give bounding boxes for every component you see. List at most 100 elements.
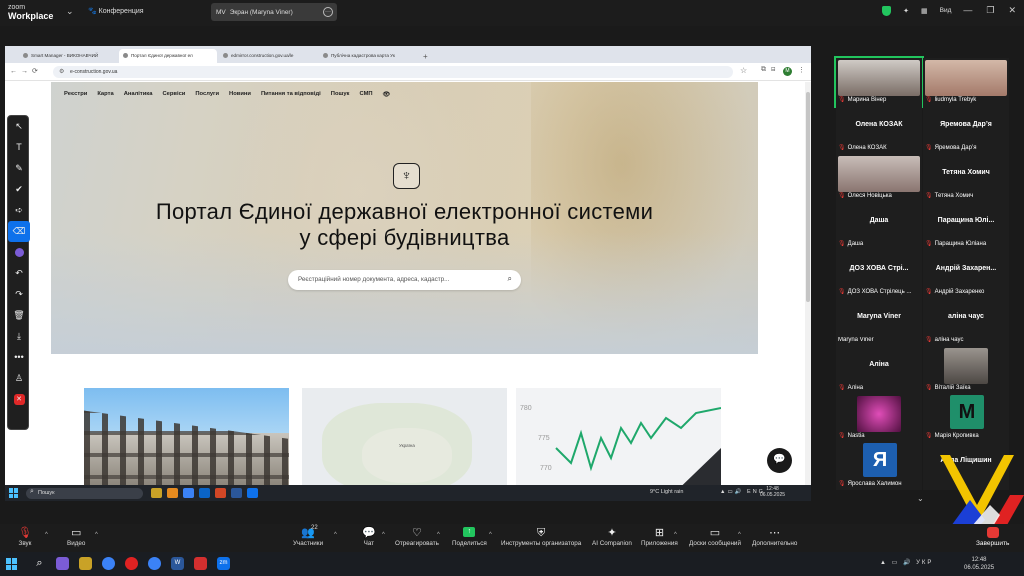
chevron-down-icon[interactable]: ⌄ [66, 6, 74, 17]
participant-tile[interactable]: Тетяна Хомич 🎙 Тетяна Хомич [923, 154, 1009, 202]
chat-bubble-button[interactable]: 💬 [767, 448, 792, 473]
page-scrollbar[interactable] [805, 82, 811, 501]
participant-tile[interactable]: Я 🎙 Ярослава Халимон [836, 442, 922, 490]
more-options-icon[interactable]: ··· [323, 7, 333, 17]
chevron-up-icon[interactable]: ^ [437, 532, 440, 538]
react-button[interactable]: ♡ Отреагировать [395, 527, 439, 547]
checkmark-tool-icon[interactable]: ✔ [8, 179, 30, 200]
participant-tile[interactable]: Яремова Дар’я 🎙 Яремова Дар’я [923, 106, 1009, 154]
nav-item-registers[interactable]: Реєстри [64, 91, 87, 98]
profile-avatar[interactable]: M [783, 67, 792, 76]
chevron-up-icon[interactable]: ^ [334, 532, 337, 538]
trash-icon[interactable]: 🗑 [8, 305, 30, 326]
browser-tab[interactable]: Smart Manager - ВИКОНАВЧИЙ [19, 49, 117, 63]
participant-tile[interactable]: ДОЗ ХОВА Стрі... 🎙 ДОЗ ХОВА Стрілець ... [836, 250, 922, 298]
chevron-up-icon[interactable]: ^ [382, 532, 385, 538]
windows-start-icon[interactable] [9, 488, 19, 498]
browser-menu-icon[interactable]: ⋮ [798, 66, 805, 74]
zoom-icon[interactable]: zm [217, 557, 230, 570]
eye-icon[interactable]: 👁 [383, 91, 391, 98]
participant-tile[interactable]: 🎙 liudmyla Trebyk [923, 58, 1009, 106]
meeting-name[interactable]: 🐾 Конференция [88, 7, 144, 15]
participant-tile[interactable]: Олена КОЗАК 🎙 Олена КОЗАК [836, 106, 922, 154]
browser-tab-active[interactable]: Портал Єдиної державної ел [119, 49, 217, 63]
security-shield-icon[interactable] [882, 5, 892, 16]
participant-tile[interactable]: M 🎙 Марія Кропивка [923, 394, 1009, 442]
participant-tile[interactable]: Паращина Юлі... 🎙 Паращина Юліана [923, 202, 1009, 250]
close-icon[interactable]: ✕ [1008, 5, 1016, 16]
spotlight-icon[interactable]: ♙ [8, 368, 30, 389]
folder-icon[interactable] [79, 557, 92, 570]
windows-start-icon[interactable] [6, 558, 18, 570]
select-arrow-icon[interactable]: ↖ [8, 116, 30, 137]
chrome-icon[interactable] [183, 488, 194, 498]
participant-tile[interactable]: Андрій Захарен... 🎙 Андрій Захаренко [923, 250, 1009, 298]
text-tool-icon[interactable]: T [8, 137, 30, 158]
nav-item-analytics[interactable]: Аналітика [124, 91, 153, 98]
ai-companion-button[interactable]: ✦ AI Companion [592, 527, 632, 547]
end-meeting-button[interactable]: Завершить [976, 527, 1009, 547]
participant-tile[interactable]: 🎙 Олеся Новіцька [836, 154, 922, 202]
chevron-up-icon[interactable]: ^ [45, 532, 48, 538]
maximize-icon[interactable]: ❐ [986, 5, 994, 16]
nav-item-search[interactable]: Пошук [331, 91, 350, 98]
acrobat-icon[interactable] [194, 557, 207, 570]
mute-button[interactable]: 🎙 Звук [18, 527, 32, 547]
participant-tile[interactable]: 🎙 Віталій Заїка [923, 346, 1009, 394]
whiteboards-button[interactable]: ▭ Доски сообщений [689, 527, 741, 547]
close-annotation-icon[interactable]: ✕ [8, 389, 30, 410]
participants-button[interactable]: 👥 22 Участники [293, 525, 323, 547]
word-icon[interactable]: W [171, 557, 184, 570]
color-picker-icon[interactable] [8, 242, 30, 263]
os-clock[interactable]: 12:48 06.05.2025 [964, 556, 994, 572]
nav-item-faq[interactable]: Питання та відповіді [261, 91, 321, 98]
sparkle-icon[interactable]: ✦ [903, 7, 909, 15]
chevron-up-icon[interactable]: ^ [674, 532, 677, 538]
system-tray[interactable]: ▲ ▭ 🔊 УКР [880, 559, 933, 566]
view-button[interactable]: Вид [940, 7, 952, 14]
eraser-tool-icon[interactable]: ⌫ [8, 221, 30, 242]
bookmark-star-icon[interactable]: ☆ [740, 66, 747, 75]
nav-item-offers[interactable]: Послуги [195, 91, 219, 98]
extensions-icon[interactable]: ⧉⊟ [761, 66, 780, 74]
participant-tile[interactable]: Аліна 🎙 Аліна [836, 346, 922, 394]
search-icon[interactable]: ⌕ [508, 274, 512, 284]
url-field[interactable]: e-construction.gov.ua [53, 66, 733, 78]
powerpoint-icon[interactable] [215, 488, 226, 498]
grid-icon[interactable]: ▦ [921, 7, 928, 15]
chrome-icon[interactable] [148, 557, 161, 570]
participant-tile[interactable]: Даша 🎙 Даша [836, 202, 922, 250]
participant-tile[interactable]: аліна чаус 🎙 аліна чаус [923, 298, 1009, 346]
chevron-up-icon[interactable]: ^ [95, 532, 98, 538]
zoom-icon[interactable] [247, 488, 258, 498]
more-button[interactable]: ⋯ Дополнительно [752, 527, 797, 547]
word-icon[interactable] [231, 488, 242, 498]
nav-item-services[interactable]: Сервіси [162, 91, 185, 98]
browser-nav-icons[interactable]: ←→⟳ [10, 67, 42, 75]
host-tools-button[interactable]: ⛨ Инструменты организатора [501, 527, 581, 547]
chevron-up-icon[interactable]: ^ [738, 532, 741, 538]
folder-icon[interactable] [151, 488, 162, 498]
minimize-icon[interactable]: — [963, 5, 972, 16]
browser-tab[interactable]: edmirror.construction.gov.ua/le [219, 49, 317, 63]
share-button[interactable]: ↑ Поделиться [452, 527, 487, 547]
arrow-tool-icon[interactable]: ➪ [8, 200, 30, 221]
chat-button[interactable]: 💬 Чат [362, 527, 376, 547]
nav-item-map[interactable]: Карта [97, 91, 113, 98]
search-icon[interactable]: ⌕ [33, 557, 46, 570]
weather-widget[interactable]: 9°C Light rain [650, 489, 683, 495]
redo-icon[interactable]: ↷ [8, 284, 30, 305]
browser-tab[interactable]: Публічна кадастрова карта Ук [319, 49, 417, 63]
taskbar-search[interactable]: Пошук [26, 487, 143, 499]
taskbar-clock[interactable]: 12:48 06.05.2025 [760, 486, 785, 498]
chrome-icon[interactable] [102, 557, 115, 570]
participant-tile[interactable]: Maryna Viner Maryna Viner [836, 298, 922, 346]
participant-tile[interactable]: 🎙 Марина Вінер [834, 56, 924, 108]
chevron-up-icon[interactable]: ^ [489, 532, 492, 538]
apps-button[interactable]: ⊞ Приложения [641, 527, 678, 547]
gallery-scroll-down-icon[interactable]: ⌄ [917, 494, 924, 503]
opera-icon[interactable] [125, 557, 138, 570]
download-icon[interactable]: ⤓ [8, 326, 30, 347]
outlook-icon[interactable] [199, 488, 210, 498]
new-tab-button[interactable]: + [419, 52, 432, 63]
